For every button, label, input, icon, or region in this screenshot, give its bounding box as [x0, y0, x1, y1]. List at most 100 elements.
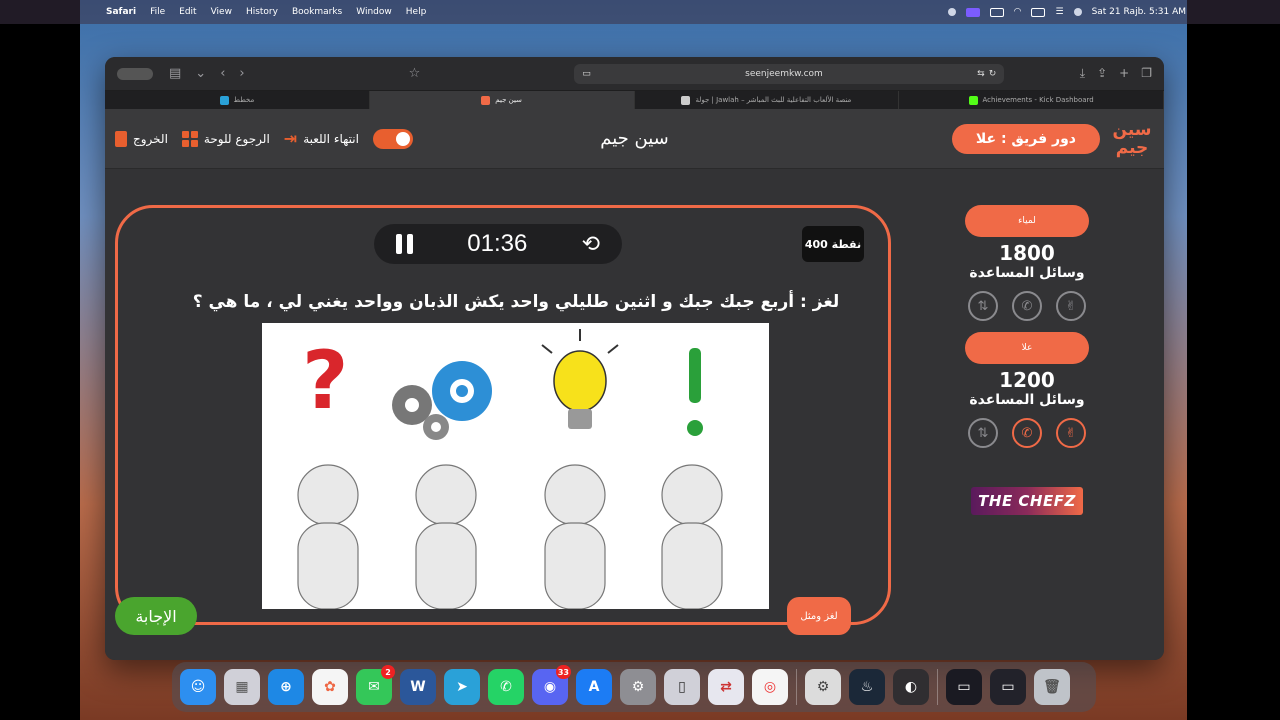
- page-menu-icon[interactable]: ▭: [582, 69, 591, 79]
- dock-discord-icon[interactable]: ◉ 33: [532, 665, 571, 705]
- end-game-label: انتهاء اللعبة: [303, 131, 359, 146]
- share-icon[interactable]: ⇪: [1097, 66, 1107, 81]
- dock-finder-icon[interactable]: ☺: [180, 669, 216, 705]
- battery-icon[interactable]: [989, 7, 1004, 17]
- answer-button[interactable]: الإجابة: [115, 597, 197, 635]
- download-icon[interactable]: ⤓: [1080, 66, 1085, 81]
- grid-icon: [181, 130, 198, 147]
- game-main: 01:36 ⟲ 400 نقطة لغز : أربع جبك جبك و اث…: [105, 169, 1164, 660]
- dock-separator: [937, 669, 938, 705]
- menu-view[interactable]: View: [211, 7, 232, 17]
- brand-logo[interactable]: سين جيم: [1110, 117, 1154, 161]
- tab-seen-jeem[interactable]: سين جيم: [369, 91, 635, 109]
- dock-window-thumbnail-icon[interactable]: ▭: [990, 669, 1026, 705]
- forward-icon[interactable]: ›: [239, 66, 244, 81]
- points-badge: 400 نقطة: [802, 226, 864, 262]
- dock-steam-icon[interactable]: ♨: [849, 669, 885, 705]
- hole-help-icon[interactable]: ⇅: [968, 418, 998, 448]
- double-help-icon[interactable]: ✌: [1056, 418, 1086, 448]
- mac-menubar: Safari File Edit View History Bookmarks …: [0, 0, 1280, 24]
- dock-settings-icon[interactable]: ⚙: [620, 669, 656, 705]
- reload-icon[interactable]: ↻: [989, 69, 997, 79]
- game-header: الخروج الرجوع للوحة ⇥ انتهاء اللعبة سين …: [105, 109, 1164, 169]
- menu-edit[interactable]: Edit: [179, 7, 196, 17]
- dock-remote-desktop-icon[interactable]: ⇄: [708, 669, 744, 705]
- tab-label: جولة | Jawlah – منصة الألعاب التفاعلية ل…: [695, 96, 852, 104]
- tab-kick-dashboard[interactable]: Achievements - Kick Dashboard: [899, 91, 1164, 109]
- tab-bar: مخطط سين جيم جولة | Jawlah – منصة الألعا…: [105, 91, 1164, 109]
- question-board: 01:36 ⟲ 400 نقطة لغز : أربع جبك جبك و اث…: [115, 205, 891, 625]
- back-to-board-button[interactable]: الرجوع للوحة: [181, 130, 270, 147]
- dock-word-icon[interactable]: W: [400, 669, 436, 705]
- tab-favicon-icon: [481, 95, 491, 105]
- url-text[interactable]: seenjeemkw.com: [591, 69, 977, 79]
- currency-icon[interactable]: [1031, 7, 1046, 17]
- new-tab-icon[interactable]: +: [1119, 66, 1129, 81]
- chevron-down-icon[interactable]: ⌄: [195, 66, 206, 81]
- turn-indicator: دور فريق : علا: [951, 123, 1100, 154]
- wifi-icon[interactable]: ◠: [1014, 7, 1022, 17]
- dock-photos-icon[interactable]: ✿: [312, 669, 348, 705]
- end-game-button[interactable]: ⇥ انتهاء اللعبة: [284, 129, 359, 148]
- browser-toolbar: ▤ ⌄ ‹ › ☆ ▭ seenjeemkw.com ⇆ ↻ ⤓ ⇪ + ❐: [105, 57, 1164, 91]
- dock-automator-icon[interactable]: ⚙: [805, 669, 841, 705]
- reset-timer-icon[interactable]: ⟲: [582, 232, 600, 257]
- team-card-ola: علا 1200 وسائل المساعدة ⇅ ✆ ✌: [965, 332, 1089, 448]
- tab-favicon-icon: [968, 95, 978, 105]
- tab-overview-icon[interactable]: ❐: [1141, 66, 1152, 81]
- dock-chrome-icon[interactable]: ◎: [752, 669, 788, 705]
- question-mark-icon: ?: [302, 334, 348, 427]
- tab-favicon-icon: [219, 95, 229, 105]
- double-help-icon[interactable]: ✌: [1056, 291, 1086, 321]
- question-illustration: ?: [297, 329, 723, 610]
- question-image: ?: [262, 323, 769, 610]
- dock-obs-icon[interactable]: ◐: [893, 669, 929, 705]
- pause-icon[interactable]: [396, 234, 413, 254]
- menu-window[interactable]: Window: [356, 7, 392, 17]
- phone-help-icon[interactable]: ✆: [1012, 418, 1042, 448]
- dock-safari-icon[interactable]: ⊕: [268, 669, 304, 705]
- status-dot-icon[interactable]: [947, 8, 956, 16]
- menu-bookmarks[interactable]: Bookmarks: [292, 7, 342, 17]
- back-to-board-label: الرجوع للوحة: [203, 131, 270, 146]
- team-name-pill[interactable]: علا: [965, 332, 1089, 364]
- dock-telegram-icon[interactable]: ➤: [444, 669, 480, 705]
- settings-toggle[interactable]: [372, 128, 413, 149]
- dock-app-store-icon[interactable]: A: [576, 669, 612, 705]
- sidebar-icon[interactable]: ▤: [169, 66, 181, 81]
- dock-messages-icon[interactable]: ✉ 2: [356, 665, 395, 705]
- dock-whatsapp-icon[interactable]: ✆: [488, 669, 524, 705]
- star-icon[interactable]: ☆: [409, 66, 421, 81]
- translate-icon[interactable]: ⇆: [977, 69, 985, 79]
- notification-badge: 33: [555, 665, 571, 679]
- tab-jawlah[interactable]: جولة | Jawlah – منصة الألعاب التفاعلية ل…: [635, 91, 900, 109]
- menu-history[interactable]: History: [246, 7, 278, 17]
- lightbulb-icon: [553, 350, 607, 412]
- category-tag[interactable]: لغز ومثل: [787, 597, 851, 635]
- dock-trash-icon[interactable]: 🗑: [1034, 669, 1070, 705]
- back-icon[interactable]: ‹: [220, 66, 225, 81]
- screen-record-icon[interactable]: [965, 7, 980, 17]
- window-controls[interactable]: [117, 67, 153, 80]
- menu-app-name[interactable]: Safari: [106, 7, 136, 17]
- dock-iphone-mirroring-icon[interactable]: ▯: [664, 669, 700, 705]
- exit-button[interactable]: الخروج: [115, 130, 168, 147]
- exit-icon: [115, 130, 127, 147]
- menubar-datetime[interactable]: Sat 21 Rajb. 5:31 AM: [1092, 7, 1186, 17]
- control-center-icon[interactable]: ☰: [1055, 7, 1063, 17]
- hole-help-icon[interactable]: ⇅: [968, 291, 998, 321]
- menu-file[interactable]: File: [150, 7, 165, 17]
- tab-mukhattat[interactable]: مخطط: [105, 91, 370, 109]
- siri-icon[interactable]: [1073, 8, 1082, 16]
- dock-launchpad-icon[interactable]: ▦: [224, 669, 260, 705]
- team-score: 1200: [999, 368, 1055, 392]
- safari-window: ▤ ⌄ ‹ › ☆ ▭ seenjeemkw.com ⇆ ↻ ⤓ ⇪ + ❐ م…: [105, 57, 1164, 660]
- question-text: لغز : أربع جبك جبك و اثنين طليلي واحد يك…: [192, 292, 840, 312]
- dock-window-thumbnail-icon[interactable]: ▭: [946, 669, 982, 705]
- phone-help-icon[interactable]: ✆: [1012, 291, 1042, 321]
- exclamation-icon: [689, 348, 701, 403]
- exit-label: الخروج: [133, 131, 168, 146]
- address-bar[interactable]: ▭ seenjeemkw.com ⇆ ↻: [574, 63, 1005, 84]
- menu-help[interactable]: Help: [406, 7, 427, 17]
- team-name-pill[interactable]: لمياء: [965, 205, 1089, 237]
